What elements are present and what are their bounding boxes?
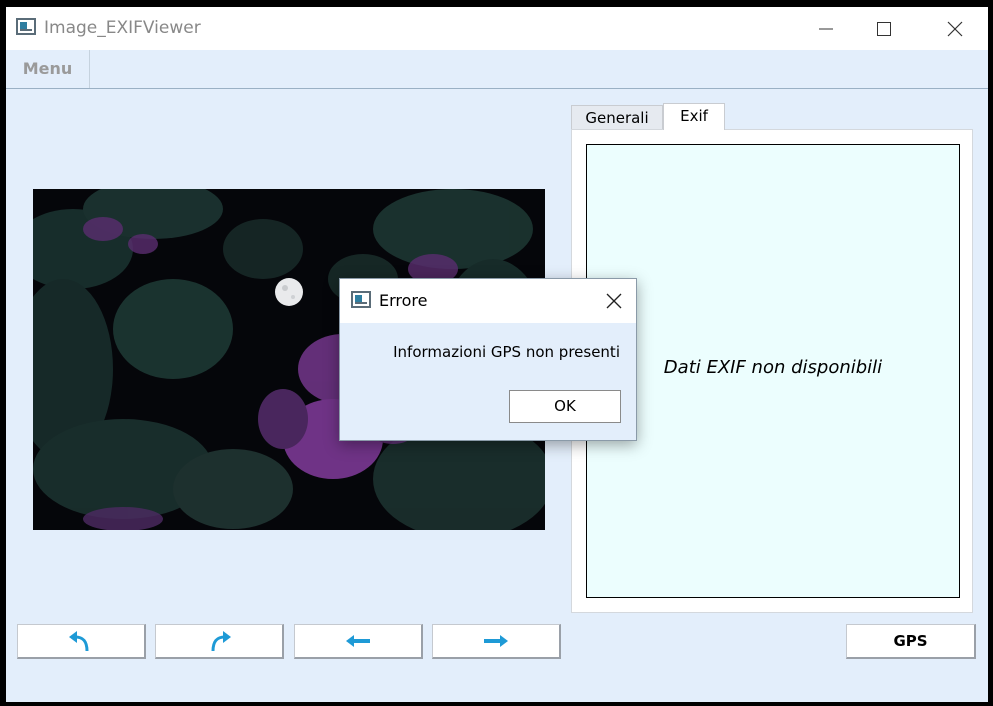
window-title: Image_EXIFViewer — [44, 18, 201, 38]
minimize-button[interactable] — [802, 7, 848, 50]
close-button[interactable] — [931, 7, 977, 50]
arrow-left-icon — [346, 635, 370, 647]
menu-bar: Menu — [6, 50, 988, 89]
maximize-icon — [877, 22, 891, 36]
next-image-button[interactable] — [432, 624, 561, 659]
redo-arrow-icon — [211, 631, 231, 652]
arrow-right-icon — [484, 635, 508, 647]
undo-button[interactable] — [17, 624, 146, 659]
tab-generali[interactable]: Generali — [571, 105, 663, 129]
maximize-button[interactable] — [860, 7, 906, 50]
title-bar: Image_EXIFViewer — [6, 7, 988, 50]
tab-exif[interactable]: Exif — [663, 103, 725, 130]
dialog-title-bar: Errore — [340, 279, 636, 323]
dialog-close-button[interactable] — [602, 289, 626, 313]
dialog-message: Informazioni GPS non presenti — [393, 343, 620, 361]
app-icon — [16, 18, 36, 35]
minimize-icon — [819, 28, 833, 30]
ok-button[interactable]: OK — [509, 390, 621, 423]
close-icon — [606, 293, 622, 309]
error-dialog: Errore Informazioni GPS non presenti OK — [339, 278, 637, 441]
gps-button[interactable]: GPS — [846, 624, 976, 659]
exif-unavailable-message: Dati EXIF non disponibili — [663, 357, 883, 378]
exif-data-box: Dati EXIF non disponibili — [586, 144, 960, 598]
redo-button[interactable] — [155, 624, 284, 659]
menu-button[interactable]: Menu — [6, 50, 90, 88]
dialog-app-icon — [351, 291, 371, 308]
dialog-title: Errore — [379, 291, 428, 310]
previous-image-button[interactable] — [294, 624, 423, 659]
undo-arrow-icon — [69, 631, 89, 652]
close-icon — [947, 21, 963, 37]
